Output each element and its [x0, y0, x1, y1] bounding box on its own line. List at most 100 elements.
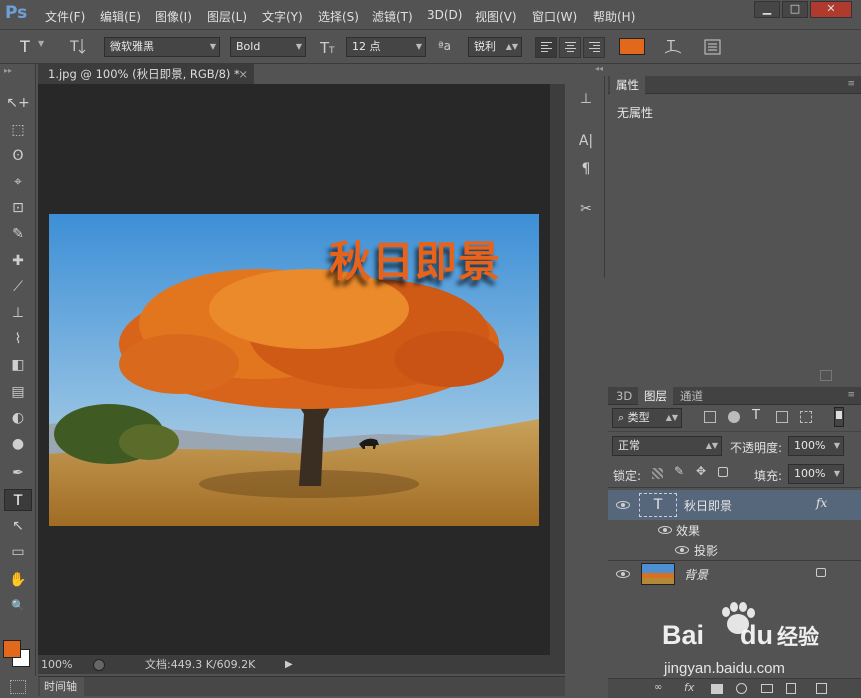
menu-file[interactable]: 文件(F): [45, 8, 85, 25]
layer-row-background[interactable]: 背景: [608, 561, 861, 587]
menu-select[interactable]: 选择(S): [318, 8, 359, 25]
visibility-eye-icon[interactable]: [658, 526, 672, 534]
status-menu-arrow-icon[interactable]: ▶: [285, 655, 293, 674]
zoom-tool-icon[interactable]: 🔍: [4, 595, 32, 617]
menu-type[interactable]: 文字(Y): [262, 8, 303, 25]
layer-effects-icon[interactable]: fx: [816, 496, 827, 510]
font-style-select[interactable]: Bold ▼: [230, 37, 306, 57]
type-tool-preset-icon[interactable]: T: [20, 37, 30, 56]
panel-menu-icon[interactable]: ≡: [847, 79, 855, 89]
status-options-icon[interactable]: [93, 659, 105, 671]
timeline-tab[interactable]: 时间轴: [40, 677, 84, 696]
filter-smart-object-icon[interactable]: [800, 411, 812, 423]
filter-toggle[interactable]: [834, 407, 844, 427]
visibility-eye-icon[interactable]: [675, 546, 689, 554]
healing-brush-tool-icon[interactable]: ✚: [4, 250, 32, 272]
tab-channels[interactable]: 通道: [674, 387, 709, 405]
filter-pixel-icon[interactable]: [704, 411, 716, 423]
options-bar: T ▼ T 微软雅黑 ▼ Bold ▼ TT 12 点 ▼ ªa 锐利 ▲▼ T: [0, 31, 861, 64]
marquee-tool-icon[interactable]: ⬚: [4, 119, 32, 141]
lock-all-icon[interactable]: [718, 467, 728, 477]
quick-mask-icon[interactable]: [10, 680, 26, 694]
menu-3d[interactable]: 3D(D): [427, 8, 462, 22]
panel-menu-icon[interactable]: ≡: [847, 390, 855, 400]
font-size-select[interactable]: 12 点 ▼: [346, 37, 426, 57]
text-color-swatch[interactable]: [619, 38, 645, 55]
eraser-tool-icon[interactable]: ◧: [4, 354, 32, 376]
align-left-button[interactable]: [535, 37, 557, 58]
crop-tool-icon[interactable]: ⊡: [4, 197, 32, 219]
layer-filter-select[interactable]: ⌕ 类型 ▲▼: [612, 408, 682, 428]
menu-edit[interactable]: 编辑(E): [100, 8, 141, 25]
brush-tool-icon[interactable]: ⟋: [4, 276, 32, 298]
layer-effects-row[interactable]: 效果: [608, 520, 861, 540]
tool-presets-icon[interactable]: ✂: [571, 198, 601, 220]
visibility-eye-icon[interactable]: [616, 501, 630, 509]
add-mask-icon[interactable]: [711, 684, 723, 694]
layer-row-text[interactable]: T 秋日即景 fx: [608, 490, 861, 520]
menu-filter[interactable]: 滤镜(T): [372, 8, 413, 25]
chevron-down-icon[interactable]: ▼: [38, 39, 44, 48]
fill-input[interactable]: 100% ▼: [788, 464, 844, 484]
document-image[interactable]: 秋日即景: [49, 214, 539, 526]
history-brush-tool-icon[interactable]: ⌇: [4, 328, 32, 350]
opacity-input[interactable]: 100% ▼: [788, 436, 844, 456]
character-panel-icon[interactable]: A|: [571, 130, 601, 152]
visibility-eye-icon[interactable]: [616, 570, 630, 578]
font-family-select[interactable]: 微软雅黑 ▼: [104, 37, 220, 57]
layer-name[interactable]: 背景: [684, 566, 708, 583]
drop-shadow-label: 投影: [694, 544, 719, 558]
lock-transparent-icon[interactable]: [652, 468, 663, 479]
lasso-tool-icon[interactable]: ʘ: [4, 145, 32, 167]
hand-tool-icon[interactable]: ✋: [4, 569, 32, 591]
menu-help[interactable]: 帮助(H): [593, 8, 635, 25]
gradient-tool-icon[interactable]: ▤: [4, 381, 32, 403]
eyedropper-tool-icon[interactable]: ✎: [4, 223, 32, 245]
text-layer-overlay[interactable]: 秋日即景: [329, 228, 501, 289]
align-right-button[interactable]: [583, 37, 605, 58]
layer-effect-drop-shadow[interactable]: 投影: [608, 540, 861, 560]
antialias-select[interactable]: 锐利 ▲▼: [468, 37, 522, 57]
lock-pixels-icon[interactable]: ✎: [674, 464, 684, 478]
layer-name[interactable]: 秋日即景: [684, 497, 732, 514]
align-center-button[interactable]: [559, 37, 581, 58]
vertical-scrollbar[interactable]: [550, 84, 565, 674]
foreground-color-swatch[interactable]: [3, 640, 21, 658]
toggle-orientation-icon[interactable]: T: [66, 35, 90, 57]
delete-icon[interactable]: [820, 370, 832, 381]
menu-image[interactable]: 图像(I): [155, 8, 192, 25]
tab-3d[interactable]: 3D: [610, 387, 638, 405]
history-panel-icon[interactable]: ⊥: [571, 88, 601, 110]
lock-position-icon[interactable]: ✥: [696, 464, 706, 478]
dodge-tool-icon[interactable]: ●: [4, 433, 32, 455]
expand-panels-icon[interactable]: ◂◂: [567, 64, 605, 74]
type-tool-icon[interactable]: T: [4, 489, 32, 511]
menu-window[interactable]: 窗口(W): [532, 8, 577, 25]
rectangle-tool-icon[interactable]: ▭: [4, 541, 32, 563]
filter-type-icon[interactable]: T: [752, 408, 760, 423]
warp-text-icon[interactable]: T: [662, 35, 684, 57]
tab-properties[interactable]: 属性: [610, 76, 645, 94]
clone-stamp-tool-icon[interactable]: ⊥: [4, 302, 32, 324]
pen-tool-icon[interactable]: ✒: [4, 462, 32, 484]
maximize-button[interactable]: □: [782, 1, 808, 18]
blur-tool-icon[interactable]: ◐: [4, 407, 32, 429]
new-group-icon[interactable]: [761, 684, 773, 693]
menu-layer[interactable]: 图层(L): [207, 8, 247, 25]
menu-view[interactable]: 视图(V): [475, 8, 517, 25]
document-tab[interactable]: 1.jpg @ 100% (秋日即景, RGB/8) * ×: [38, 64, 254, 84]
character-panel-icon[interactable]: [703, 37, 723, 57]
blend-mode-select[interactable]: 正常 ▲▼: [612, 436, 722, 456]
close-window-button[interactable]: ✕: [810, 1, 852, 18]
close-tab-icon[interactable]: ×: [238, 64, 248, 84]
quick-select-tool-icon[interactable]: ⌖: [4, 171, 32, 193]
minimize-button[interactable]: ▁: [754, 1, 780, 18]
path-selection-tool-icon[interactable]: ↖: [4, 515, 32, 537]
paragraph-panel-icon[interactable]: ¶: [571, 158, 601, 180]
filter-shape-icon[interactable]: [776, 411, 788, 423]
filter-adjustment-icon[interactable]: [728, 411, 740, 423]
tab-layers[interactable]: 图层: [638, 387, 673, 405]
zoom-level[interactable]: 100%: [41, 655, 72, 674]
move-tool-icon[interactable]: ↖+: [4, 92, 32, 114]
collapse-icon[interactable]: ▸▸: [4, 66, 12, 75]
